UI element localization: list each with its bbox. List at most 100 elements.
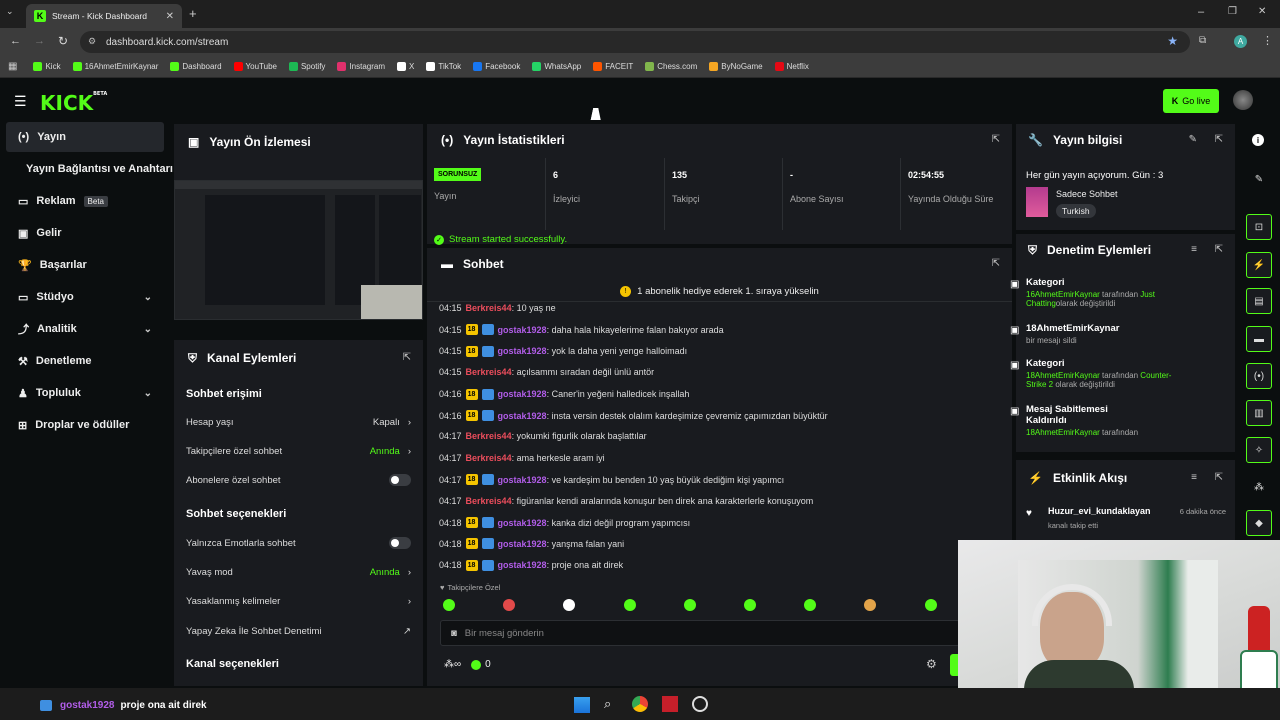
kick-points-icon[interactable]: [471, 659, 482, 670]
account-age-row[interactable]: Hesap yaşı Kapalı ›: [186, 412, 411, 432]
chat-message[interactable]: 04:17 Berkreis44: yokumki figurlik olarak…: [439, 431, 647, 441]
chat-input[interactable]: ◙ Bir mesaj gönderin: [440, 620, 960, 646]
chat-message[interactable]: 04:15 18 gostak1928: daha hala hikayelerim…: [439, 324, 724, 336]
message-username[interactable]: gostak1928: [498, 389, 547, 399]
back-icon[interactable]: ←: [10, 35, 21, 47]
sidebar-item-stream[interactable]: (•) Yayın: [6, 122, 164, 152]
message-username[interactable]: gostak1928: [498, 560, 547, 570]
focus-icon[interactable]: ⊡: [1246, 214, 1272, 240]
filter-icon[interactable]: ≡: [1191, 244, 1197, 255]
pinned-message[interactable]: ! 1 abonelik hediye ederek 1. sıraya yük…: [427, 282, 1012, 302]
bookmark-item[interactable]: X: [393, 62, 418, 71]
user-avatar[interactable]: [1233, 90, 1253, 110]
subs-only-toggle[interactable]: [389, 474, 411, 486]
message-username[interactable]: gostak1928: [498, 518, 547, 528]
community-icon[interactable]: ⁂: [1246, 474, 1272, 500]
browser-tab[interactable]: K Stream - Kick Dashboard ✕: [26, 4, 182, 28]
sidebar-item-ads[interactable]: ▭ Reklam Beta: [6, 186, 164, 216]
wrench-icon[interactable]: ✧: [1246, 437, 1272, 463]
message-username[interactable]: gostak1928: [498, 475, 547, 485]
sidebar-item-drops[interactable]: ⊞ Droplar ve ödüller: [6, 410, 164, 440]
tab-search-icon[interactable]: ⌄: [6, 6, 20, 20]
apps-grid-icon[interactable]: ▦: [8, 61, 17, 72]
bookmark-item[interactable]: FACEIT: [589, 62, 637, 71]
bookmark-item[interactable]: Netflix: [771, 62, 813, 71]
popout-icon[interactable]: ⇱: [403, 352, 411, 363]
message-username[interactable]: Berkreis44: [466, 496, 512, 506]
stream-preview-video[interactable]: [174, 180, 423, 320]
app-taskbar-icon[interactable]: [662, 696, 678, 712]
sidebar-item-stream-key[interactable]: Yayın Bağlantısı ve Anahtarı: [6, 154, 173, 184]
filter-icon[interactable]: ≡: [1191, 472, 1197, 483]
sidebar-item-moderation[interactable]: ⚒ Denetleme: [6, 346, 164, 376]
sidebar-item-achievements[interactable]: 🏆 Başarılar: [6, 250, 164, 280]
chat-message[interactable]: 04:18 18 gostak1928: yanşma falan yani: [439, 538, 624, 550]
emote-icon[interactable]: [744, 599, 756, 611]
emote-icon[interactable]: [623, 599, 636, 611]
close-window-button[interactable]: ✕: [1258, 6, 1266, 17]
chat-message[interactable]: 04:15 Berkreis44: açılsammı sıradan değil…: [439, 367, 654, 377]
chat-message[interactable]: 04:17 18 gostak1928: ve kardeşim bu benden…: [439, 474, 784, 486]
bookmark-item[interactable]: 16AhmetEmirKaynar: [69, 62, 163, 71]
emote-picker-icon[interactable]: ◙: [451, 628, 457, 639]
obs-taskbar-icon[interactable]: [692, 696, 708, 712]
message-username[interactable]: gostak1928: [498, 539, 547, 549]
message-username[interactable]: gostak1928: [498, 346, 547, 356]
kick-logo[interactable]: KICKBETA: [40, 91, 107, 115]
sidebar-item-revenue[interactable]: ▣ Gelir: [6, 218, 164, 248]
banned-words-row[interactable]: Yasaklanmış kelimeler ›: [186, 591, 411, 611]
sidebar-item-studio[interactable]: ▭ Stüdyo ⌄: [6, 282, 164, 312]
modlog-icon[interactable]: ▥: [1246, 400, 1272, 426]
message-username[interactable]: gostak1928: [498, 411, 547, 421]
chat-message[interactable]: 04:17 Berkreis44: figüranlar kendi aralar…: [439, 496, 813, 506]
bookmark-item[interactable]: Dashboard: [166, 62, 225, 71]
broadcast-icon[interactable]: (•): [1246, 363, 1272, 389]
mod-log-user[interactable]: 16AhmetEmirKaynar: [1026, 290, 1100, 299]
slow-mode-row[interactable]: Yavaş mod Anında ›: [186, 562, 411, 582]
message-username[interactable]: Berkreis44: [466, 303, 512, 313]
bookmark-item[interactable]: Kick: [29, 62, 64, 71]
minimize-button[interactable]: –: [1198, 6, 1204, 18]
maximize-button[interactable]: ❐: [1228, 6, 1237, 17]
message-username[interactable]: Berkreis44: [466, 367, 512, 377]
chat-message[interactable]: 04:16 18 gostak1928: insta versin destek o…: [439, 410, 828, 421]
emote-icon[interactable]: [443, 599, 455, 611]
ai-moderation-row[interactable]: Yapay Zeka İle Sohbet Denetimi ↗: [186, 621, 411, 641]
message-username[interactable]: gostak1928: [498, 325, 547, 335]
bookmark-item[interactable]: WhatsApp: [528, 62, 585, 71]
site-info-icon[interactable]: ⚙: [88, 36, 96, 47]
popout-icon[interactable]: ⇱: [1215, 244, 1223, 255]
popout-icon[interactable]: ⇱: [1215, 472, 1223, 483]
popout-icon[interactable]: ⇱: [992, 134, 1000, 145]
infinity-icon[interactable]: ⁂∞: [444, 659, 461, 670]
url-input[interactable]: ⚙ dashboard.kick.com/stream ★: [80, 31, 1190, 53]
bookmark-item[interactable]: ByNoGame: [705, 62, 766, 71]
chrome-taskbar-icon[interactable]: [632, 696, 648, 712]
search-icon[interactable]: ⌕: [604, 696, 611, 712]
reload-icon[interactable]: ↻: [58, 34, 68, 48]
chat-message[interactable]: 04:16 18 gostak1928: Caner'in yeğeni halle…: [439, 388, 689, 400]
emote-icon[interactable]: [683, 599, 696, 611]
message-username[interactable]: Berkreis44: [466, 431, 512, 441]
bookmark-item[interactable]: TikTok: [422, 62, 465, 71]
profile-avatar[interactable]: A: [1234, 35, 1247, 48]
bookmark-item[interactable]: Spotify: [285, 62, 329, 71]
tab-close-icon[interactable]: ✕: [166, 11, 174, 22]
chat-message[interactable]: 04:18 18 gostak1928: proje ona ait direk: [439, 559, 623, 571]
sidebar-item-community[interactable]: ♟ Topluluk ⌄: [6, 378, 164, 408]
chat-message[interactable]: 04:17 Berkreis44: ama herkesle aram iyi: [439, 453, 605, 463]
mod-log-user[interactable]: 18AhmetEmirKaynar: [1026, 428, 1100, 437]
chat-message[interactable]: 04:18 18 gostak1928: kanka dizi değil prog…: [439, 517, 690, 528]
chat-message[interactable]: 04:15 18 gostak1928: yok la daha yeni yeng…: [439, 345, 687, 357]
bookmark-item[interactable]: Facebook: [469, 62, 524, 71]
chat-icon[interactable]: ▬: [1246, 326, 1272, 352]
hamburger-menu-icon[interactable]: ☰: [14, 93, 27, 110]
windows-start-icon[interactable]: [574, 697, 590, 713]
edit-icon[interactable]: ✎: [1246, 166, 1272, 192]
new-tab-button[interactable]: +: [189, 6, 197, 21]
chat-message[interactable]: 04:15 Berkreis44: 10 yaş ne: [439, 303, 556, 313]
bookmark-item[interactable]: YouTube: [230, 62, 281, 71]
popout-icon[interactable]: ⇱: [1215, 134, 1223, 145]
message-username[interactable]: Berkreis44: [466, 453, 512, 463]
bookmark-item[interactable]: Instagram: [333, 62, 389, 71]
